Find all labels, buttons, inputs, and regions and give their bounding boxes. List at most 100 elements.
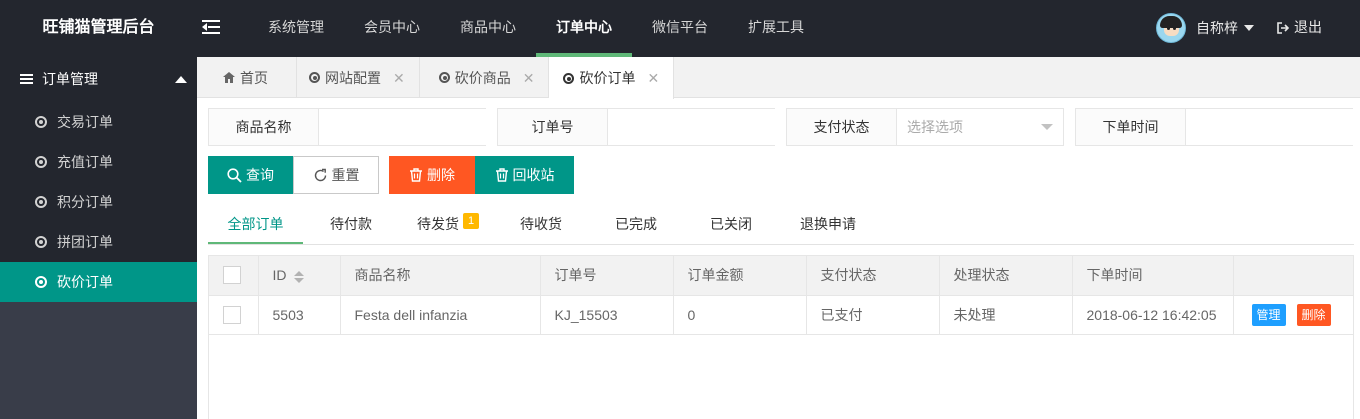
product-name-input[interactable]	[319, 109, 520, 145]
circle-dot-icon	[438, 72, 450, 83]
orders-table: ID 商品名称 订单号 订单金额 支付状态 处理状态 下单时间 5503 Fes…	[208, 255, 1354, 419]
close-icon[interactable]: ✕	[393, 58, 405, 98]
query-label: 查询	[246, 167, 274, 183]
sidebar-item-label: 砍价订单	[57, 274, 113, 290]
tab-all-orders[interactable]: 全部订单	[208, 204, 303, 244]
tab-to-ship[interactable]: 待发货 1	[408, 204, 488, 244]
order-no-field: 订单号	[497, 108, 809, 146]
sidebar-item-label: 拼团订单	[57, 234, 113, 250]
topnav-system[interactable]: 系统管理	[248, 0, 344, 57]
tab-label: 已完成	[615, 216, 657, 232]
tab-refund-requests[interactable]: 退换申请	[788, 204, 868, 244]
tab-site-config[interactable]: 网站配置 ✕	[297, 57, 420, 98]
order-time-label: 下单时间	[1076, 109, 1186, 145]
trash-icon	[495, 168, 508, 182]
select-all-checkbox[interactable]	[223, 266, 241, 285]
close-icon[interactable]: ✕	[647, 58, 659, 98]
sidebar-list: 交易订单 充值订单 积分订单 拼团订单 砍价订单	[0, 102, 197, 302]
tab-label: 待发货	[417, 216, 459, 232]
tab-bargain-products[interactable]: 砍价商品 ✕	[420, 57, 550, 98]
col-process-status: 处理状态	[939, 256, 1073, 296]
sidebar-toggle-icon[interactable]	[202, 18, 222, 36]
top-nav: 系统管理 会员中心 商品中心 订单中心 微信平台 扩展工具	[248, 0, 824, 57]
search-icon	[227, 167, 242, 183]
query-button[interactable]: 查询	[208, 156, 293, 194]
manage-button[interactable]: 管理	[1251, 303, 1286, 326]
pay-status-select[interactable]: 选择选项	[897, 109, 1063, 145]
col-order-time: 下单时间	[1072, 256, 1234, 296]
col-actions	[1233, 256, 1353, 296]
cell-order-time: 2018-06-12 16:42:05	[1072, 295, 1234, 335]
topnav-products[interactable]: 商品中心	[440, 0, 536, 57]
pending-count-badge: 1	[463, 213, 479, 229]
home-icon	[223, 72, 235, 83]
order-status-tabs: 全部订单 待付款 待发货 1 待收货 已完成 已关闭 退换申请	[208, 204, 1354, 245]
product-name-label: 商品名称	[209, 109, 319, 145]
col-order-no: 订单号	[540, 256, 674, 296]
sidebar-item-label: 充值订单	[57, 154, 113, 170]
row-delete-button[interactable]: 删除	[1296, 303, 1331, 326]
order-time-input[interactable]	[1186, 109, 1360, 145]
cell-actions: 管理 删除	[1233, 295, 1353, 335]
tab-label: 网站配置	[325, 69, 381, 86]
col-pay-status: 支付状态	[806, 256, 940, 296]
row-checkbox[interactable]	[223, 305, 241, 324]
sort-icon[interactable]	[293, 270, 304, 283]
user-menu[interactable]: 自称梓	[1156, 12, 1254, 44]
topnav-members[interactable]: 会员中心	[344, 0, 440, 57]
circle-dot-icon	[563, 72, 575, 84]
recycle-bin-button[interactable]: 回收站	[475, 156, 574, 194]
sidebar-item-recharge-orders[interactable]: 充值订单	[0, 142, 197, 182]
page-tabs: 首页 网站配置 ✕ 砍价商品 ✕ 砍价订单 ✕	[197, 57, 1360, 99]
cell-order-no: KJ_15503	[540, 295, 674, 335]
tab-bargain-orders[interactable]: 砍价订单 ✕	[549, 57, 675, 99]
tab-unpaid[interactable]: 待付款	[318, 204, 384, 244]
tab-completed[interactable]: 已完成	[603, 204, 669, 244]
table-header-row: ID 商品名称 订单号 订单金额 支付状态 处理状态 下单时间	[209, 256, 1353, 296]
sidebar-item-label: 积分订单	[57, 194, 113, 210]
caret-down-icon	[1244, 25, 1254, 31]
circle-dot-icon	[35, 116, 47, 128]
sidebar-item-bargain-orders[interactable]: 砍价订单	[0, 262, 197, 302]
cell-amount: 0	[673, 295, 807, 335]
tab-to-receive[interactable]: 待收货	[508, 204, 574, 244]
circle-dot-icon	[35, 156, 47, 168]
cell-pay-status: 已支付	[806, 295, 940, 335]
chevron-down-icon	[1041, 124, 1053, 130]
avatar	[1156, 13, 1186, 43]
col-id[interactable]: ID	[258, 256, 341, 296]
circle-dot-icon	[35, 276, 47, 288]
sidebar-group-orders[interactable]: 订单管理	[0, 57, 197, 102]
refresh-icon	[314, 168, 326, 181]
sidebar-item-points-orders[interactable]: 积分订单	[0, 182, 197, 222]
cell-product-name: Festa dell infanzia	[340, 295, 541, 335]
product-name-field: 商品名称	[208, 108, 520, 146]
topnav-tools[interactable]: 扩展工具	[728, 0, 824, 57]
delete-button[interactable]: 删除	[389, 156, 475, 194]
topnav-wechat[interactable]: 微信平台	[632, 0, 728, 57]
cell-id: 5503	[258, 295, 341, 335]
tab-label: 全部订单	[227, 216, 284, 232]
order-no-label: 订单号	[498, 109, 608, 145]
order-no-input[interactable]	[608, 109, 809, 145]
select-all-cell	[209, 256, 259, 296]
pay-status-field: 支付状态 选择选项	[786, 108, 1064, 146]
tab-home[interactable]: 首页	[197, 57, 297, 98]
circle-dot-icon	[309, 72, 320, 83]
tab-closed[interactable]: 已关闭	[698, 204, 764, 244]
logout-icon	[1277, 21, 1289, 34]
close-icon[interactable]: ✕	[523, 58, 535, 98]
logout-label: 退出	[1294, 19, 1322, 35]
topnav-orders[interactable]: 订单中心	[536, 0, 632, 57]
sidebar-group-label: 订单管理	[42, 71, 98, 87]
tab-label: 待收货	[520, 216, 562, 232]
tab-label: 已关闭	[710, 216, 752, 232]
sidebar-item-trade-orders[interactable]: 交易订单	[0, 102, 197, 142]
sidebar-item-group-orders[interactable]: 拼团订单	[0, 222, 197, 262]
top-header: 旺铺猫管理后台 系统管理 会员中心 商品中心 订单中心 微信平台 扩展工具 自称…	[0, 0, 1360, 57]
menu-icon	[20, 74, 33, 85]
logout-button[interactable]: 退出	[1277, 0, 1322, 55]
tab-label: 砍价订单	[579, 70, 636, 86]
reset-button[interactable]: 重置	[293, 156, 379, 194]
row-select-cell	[209, 295, 259, 335]
